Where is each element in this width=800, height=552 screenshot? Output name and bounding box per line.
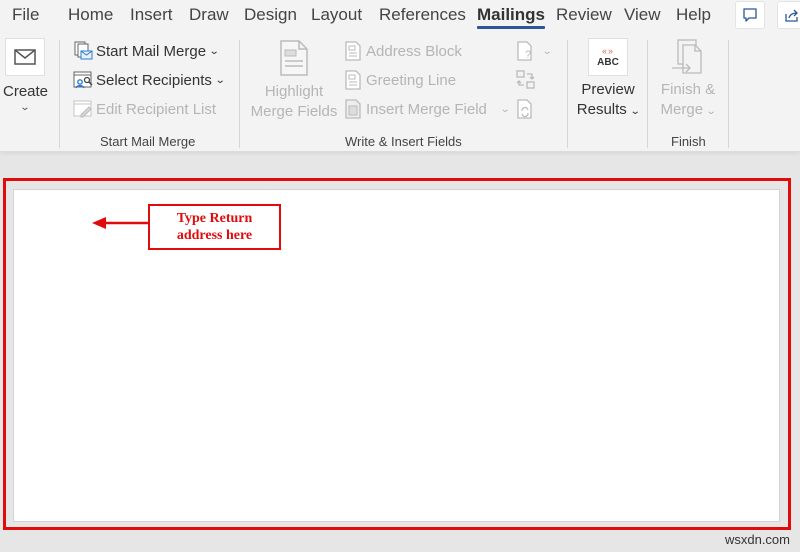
finish-label-line2-wrap: Merge ⌄ xyxy=(654,100,722,122)
tab-layout[interactable]: Layout xyxy=(311,5,362,25)
finish-label-line1: Finish & xyxy=(660,81,716,98)
annotation-highlight-box xyxy=(3,178,791,530)
start-mail-merge-label: Start Mail Merge xyxy=(96,42,207,60)
address-block-button[interactable]: Address Block xyxy=(343,39,462,63)
callout-line2: address here xyxy=(176,228,253,243)
tab-insert[interactable]: Insert xyxy=(130,5,173,25)
group-label-start-mail-merge: Start Mail Merge xyxy=(100,134,196,149)
chevron-down-icon: ⌄ xyxy=(19,102,31,113)
edit-recipient-list-icon xyxy=(73,99,93,119)
rules-icon: ? xyxy=(516,41,536,61)
highlight-label-line1: Highlight xyxy=(264,83,324,100)
select-recipients-icon xyxy=(73,70,93,90)
chevron-down-icon: ⌄ xyxy=(208,45,220,57)
start-mail-merge-icon xyxy=(73,41,93,61)
envelope-icon xyxy=(14,49,36,65)
start-mail-merge-button[interactable]: Start Mail Merge ⌄ xyxy=(73,39,220,63)
tab-draw[interactable]: Draw xyxy=(189,5,229,25)
finish-merge-icon xyxy=(672,39,702,74)
group-separator xyxy=(728,40,729,148)
tab-references[interactable]: References xyxy=(379,5,466,25)
edit-recipient-list-label: Edit Recipient List xyxy=(96,100,217,118)
tab-review[interactable]: Review xyxy=(556,5,612,25)
tab-file[interactable]: File xyxy=(12,5,39,25)
tab-design[interactable]: Design xyxy=(244,5,297,25)
insert-merge-field-label: Insert Merge Field xyxy=(366,100,487,118)
update-labels-icon xyxy=(516,99,536,119)
tab-home[interactable]: Home xyxy=(68,5,113,25)
group-label-write-insert-fields: Write & Insert Fields xyxy=(345,134,462,149)
insert-merge-field-button[interactable]: Insert Merge Field ⌄ xyxy=(343,97,511,121)
mailings-ribbon: Create ⌄ Start Mail Merge ⌄ Select Recip… xyxy=(0,34,800,152)
comments-button[interactable] xyxy=(735,1,765,29)
greeting-line-button[interactable]: Greeting Line xyxy=(343,68,456,92)
group-separator xyxy=(59,40,60,148)
finish-label-line2: Merge xyxy=(660,101,704,118)
preview-label-line1: Preview xyxy=(581,81,635,98)
comment-icon xyxy=(743,8,757,22)
annotation-callout: Type Return address here xyxy=(148,204,281,250)
tab-view[interactable]: View xyxy=(624,5,661,25)
greeting-line-icon xyxy=(343,70,363,90)
highlight-merge-fields-button[interactable]: Highlight Merge Fields xyxy=(250,40,338,122)
rules-button[interactable]: ? ⌄ xyxy=(516,39,553,63)
watermark: wsxdn.com xyxy=(724,532,790,547)
tab-help[interactable]: Help xyxy=(676,5,711,25)
group-separator xyxy=(239,40,240,148)
chevron-down-icon: ⌄ xyxy=(705,106,717,117)
tab-mailings[interactable]: Mailings xyxy=(477,5,546,29)
preview-results-button[interactable]: «» ABC Preview Results ⌄ xyxy=(574,38,642,122)
match-fields-icon xyxy=(516,70,536,90)
chevron-down-icon: ⌄ xyxy=(499,103,511,115)
chevron-down-icon: ⌄ xyxy=(629,106,641,117)
callout-line1: Type Return xyxy=(176,211,253,226)
match-fields-button[interactable] xyxy=(516,68,539,92)
highlight-merge-fields-icon xyxy=(280,40,308,76)
group-separator xyxy=(647,40,648,148)
preview-arrows-icon: «» xyxy=(601,46,614,56)
share-button[interactable] xyxy=(777,1,800,29)
address-block-icon xyxy=(343,41,363,61)
preview-label-line2-wrap: Results ⌄ xyxy=(574,100,642,122)
create-label: Create xyxy=(3,83,49,100)
highlight-label-line2: Merge Fields xyxy=(250,103,338,120)
address-block-label: Address Block xyxy=(366,42,462,60)
select-recipients-button[interactable]: Select Recipients ⌄ xyxy=(73,68,226,92)
ribbon-tab-bar: File Home Insert Draw Design Layout Refe… xyxy=(0,0,800,34)
create-button[interactable]: Create ⌄ xyxy=(3,38,49,113)
preview-label-line2: Results xyxy=(576,101,627,118)
edit-recipient-list-button[interactable]: Edit Recipient List xyxy=(73,97,216,121)
svg-text:?: ? xyxy=(525,49,531,61)
chevron-down-icon: ⌄ xyxy=(214,74,226,86)
annotation-arrow-icon xyxy=(92,217,150,229)
finish-merge-button[interactable]: Finish & Merge ⌄ xyxy=(654,38,722,122)
greeting-line-label: Greeting Line xyxy=(366,71,457,89)
group-label-finish: Finish xyxy=(671,134,706,149)
chevron-down-icon: ⌄ xyxy=(541,45,553,57)
abc-icon: ABC xyxy=(597,57,619,68)
group-separator xyxy=(567,40,568,148)
update-labels-button[interactable] xyxy=(516,97,539,121)
insert-merge-field-icon xyxy=(343,99,363,119)
share-icon xyxy=(785,9,798,22)
select-recipients-label: Select Recipients xyxy=(96,71,212,89)
